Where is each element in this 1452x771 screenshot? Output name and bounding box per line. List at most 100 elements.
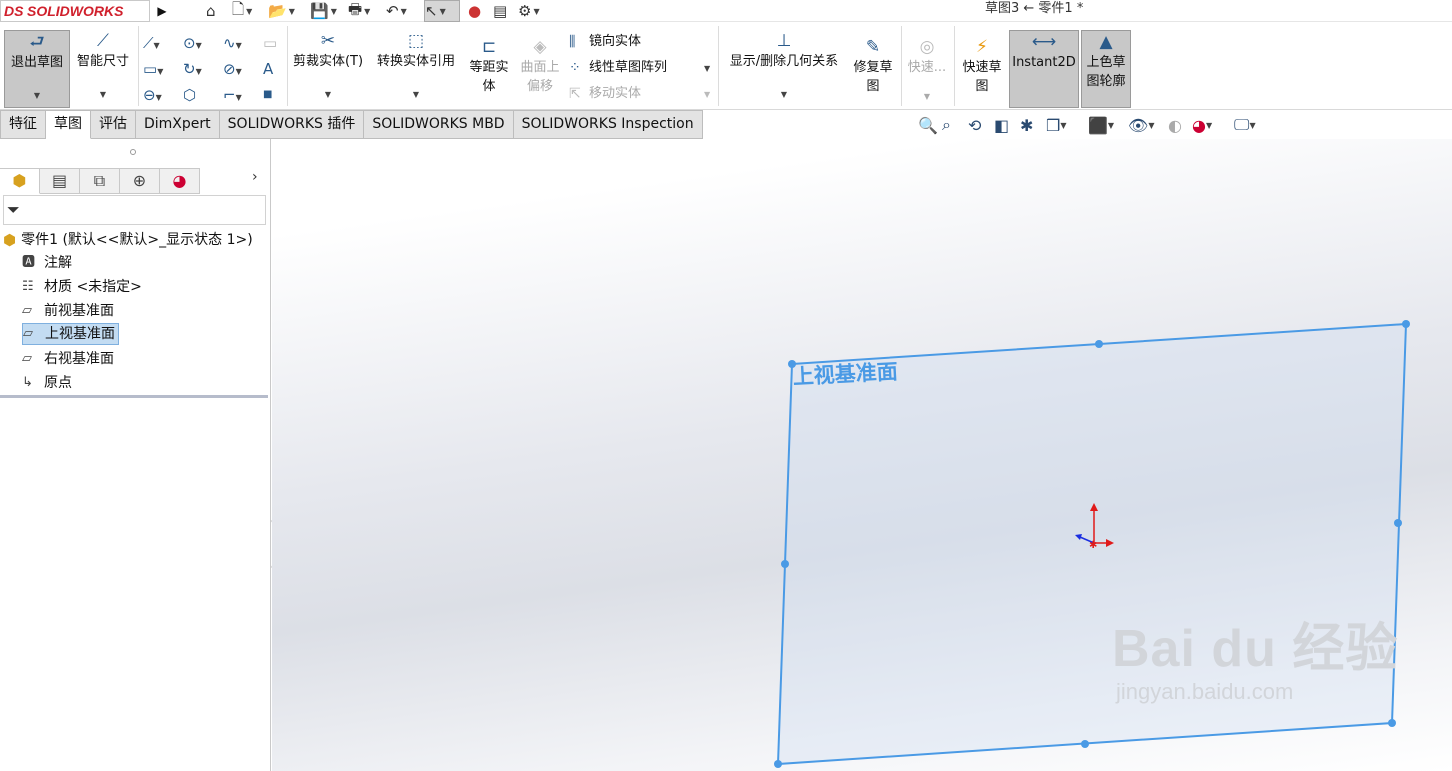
select-icon[interactable]: ↖ ▼: [424, 0, 460, 22]
ellipse-icon[interactable]: ⊘▼: [223, 60, 242, 81]
options-icon[interactable]: ⚙ ▼: [518, 0, 540, 22]
home-icon[interactable]: ⌂: [206, 0, 216, 22]
tab-solidworks-inspection[interactable]: SOLIDWORKS Inspection: [513, 110, 703, 139]
chevron-right-icon[interactable]: ›: [252, 169, 258, 185]
offset-on-surface-button[interactable]: ◈ 曲面上 偏移: [516, 36, 564, 96]
ds-logo-mark: DS: [4, 3, 24, 19]
polygon-icon[interactable]: ⬡: [183, 86, 196, 104]
tree-item-material[interactable]: ☷ 材质 <未指定>: [22, 276, 145, 298]
rectangle-icon[interactable]: ▭▼: [143, 60, 163, 81]
solidworks-logo[interactable]: DS SOLIDWORKS: [0, 0, 150, 22]
exit-sketch-button[interactable]: ⮐ 退出草图 ▼: [4, 30, 70, 108]
tree-item-annotations[interactable]: 🅰 注解: [22, 252, 75, 274]
quick-snap-caret[interactable]: ▼: [904, 87, 950, 106]
tab-features[interactable]: 特征: [0, 110, 46, 139]
rapid-sketch-button[interactable]: ⚡ 快速草 图: [958, 36, 1006, 102]
spline-icon[interactable]: ∿▼: [223, 34, 242, 55]
text-icon[interactable]: A: [263, 60, 273, 78]
hide-show-items-icon[interactable]: 👁 ▼: [1128, 114, 1154, 136]
trim-caret[interactable]: ▼: [290, 85, 366, 104]
tab-solidworks-addins[interactable]: SOLIDWORKS 插件: [219, 110, 365, 139]
tree-item-origin[interactable]: ↳ 原点: [22, 372, 75, 394]
tab-evaluate[interactable]: 评估: [91, 110, 136, 139]
quick-snaps-button[interactable]: ◎ 快速... ▼: [904, 36, 950, 106]
relations-caret[interactable]: ▼: [722, 85, 846, 104]
pattern-caret[interactable]: ▼: [704, 64, 710, 73]
dynamic-annotation-icon[interactable]: ✱: [1020, 114, 1033, 136]
circle-icon[interactable]: ⊙▼: [183, 34, 202, 55]
ribbon-separator: [954, 26, 955, 106]
apply-scene-icon[interactable]: ◕ ▼: [1192, 114, 1212, 136]
mirror-label: 镜向实体: [589, 34, 642, 49]
configuration-manager-tab-icon[interactable]: ⧉: [80, 168, 120, 194]
instant2d-icon: ⟷: [1031, 32, 1057, 52]
tree-root-part[interactable]: ⬢ 零件1 (默认<<默认>_显示状态 1>): [3, 229, 253, 251]
command-manager-ribbon: ⮐ 退出草图 ▼ ⟋ 智能尺寸 ▼ ⟋▼ ⊙▼ ∿▼ ▭ ▭▼ ↻▼ ⊘▼ A …: [0, 22, 1452, 110]
panel-grip[interactable]: [130, 149, 136, 155]
display-style-icon[interactable]: ⬛ ▼: [1088, 114, 1114, 136]
print-icon[interactable]: 🖶 ▼: [348, 0, 370, 22]
plane-handle[interactable]: [1388, 719, 1396, 727]
panel-divider: [0, 395, 268, 398]
view-orientation-icon[interactable]: ❒ ▼: [1046, 114, 1067, 136]
zoom-to-area-icon[interactable]: ⌕: [942, 114, 951, 136]
material-icon: ☷: [22, 279, 34, 294]
section-view-icon[interactable]: ◧: [994, 114, 1009, 136]
shaded-sketch-contours-button[interactable]: ▲ 上色草 图轮廓: [1081, 30, 1131, 108]
instant2d-button[interactable]: ⟷ Instant2D: [1009, 30, 1079, 108]
plane-handle[interactable]: [774, 760, 782, 768]
filter-field[interactable]: ⏷: [3, 195, 266, 225]
tree-item-front-plane[interactable]: ▱ 前视基准面: [22, 300, 117, 322]
tab-solidworks-mbd[interactable]: SOLIDWORKS MBD: [364, 110, 514, 139]
convert-entities-button[interactable]: ⬚ 转换实体引用 ▼: [370, 30, 462, 108]
new-document-icon[interactable]: 🗋 ▼: [232, 0, 252, 22]
display-relations-label: 显示/删除几何关系: [729, 54, 839, 69]
zoom-to-fit-icon[interactable]: 🔍: [918, 114, 938, 136]
straight-slot-icon[interactable]: ⊖▼: [143, 86, 162, 107]
open-icon[interactable]: 📂 ▼: [268, 0, 295, 22]
plane-handle[interactable]: [1081, 740, 1089, 748]
plane-handle[interactable]: [1394, 519, 1402, 527]
rapid-sketch-label-1: 快速草: [962, 60, 1002, 75]
plane-icon: ▱: [23, 326, 33, 341]
move-entities-button[interactable]: ⇱ 移动实体: [569, 85, 641, 103]
tree-item-top-plane[interactable]: ▱ 上视基准面: [22, 323, 119, 345]
document-title: 草图3 ← 零件1 *: [985, 1, 1084, 16]
repair-sketch-button[interactable]: ✎ 修复草 图: [850, 36, 896, 102]
menu-flyout-arrow[interactable]: ▶: [153, 0, 171, 22]
move-caret[interactable]: ▼: [704, 90, 710, 99]
graphics-area[interactable]: ✱ 上视基准面 Bai du 经验 jingyan.baidu.com: [272, 139, 1452, 771]
slot-icon[interactable]: ↻▼: [183, 60, 202, 81]
display-relations-button[interactable]: ⊥ 显示/删除几何关系 ▼: [722, 30, 846, 108]
plane-handle[interactable]: [1402, 320, 1410, 328]
convert-caret[interactable]: ▼: [370, 85, 462, 104]
file-properties-icon[interactable]: ▤: [493, 0, 507, 22]
mirror-entities-button[interactable]: ⫼ 镜向实体: [569, 33, 641, 51]
view-settings-icon[interactable]: 🖵 ▼: [1234, 114, 1256, 136]
previous-view-icon[interactable]: ⟲: [968, 114, 981, 136]
line-icon[interactable]: ⟋▼: [143, 34, 160, 55]
property-manager-tab-icon[interactable]: ▤: [40, 168, 80, 194]
watermark-main: Bai du 经验: [1112, 620, 1399, 678]
save-icon[interactable]: 💾 ▼: [310, 0, 337, 22]
display-manager-tab-icon[interactable]: ◕: [160, 168, 200, 194]
fillet-icon[interactable]: ⌐▼: [223, 86, 242, 107]
smart-dimension-caret[interactable]: ▼: [72, 85, 134, 104]
tab-sketch[interactable]: 草图: [46, 110, 91, 139]
trim-entities-button[interactable]: ✂ 剪裁实体(T) ▼: [290, 30, 366, 108]
plane-handle[interactable]: [1095, 340, 1103, 348]
edit-appearance-icon[interactable]: ◐: [1168, 114, 1182, 136]
point-icon[interactable]: ■: [263, 86, 272, 104]
feature-manager-tab-icon[interactable]: ⬢: [0, 168, 40, 194]
rebuild-icon[interactable]: ●: [468, 0, 481, 22]
linear-pattern-button[interactable]: ⁘ 线性草图阵列: [569, 59, 667, 77]
tab-dimxpert[interactable]: DimXpert: [136, 110, 220, 139]
dimxpert-manager-tab-icon[interactable]: ⊕: [120, 168, 160, 194]
plane-sketch-icon[interactable]: ▭: [263, 34, 277, 52]
offset-entities-button[interactable]: ⊏ 等距实 体: [464, 36, 514, 96]
undo-icon[interactable]: ↶ ▼: [386, 0, 407, 22]
plane-handle[interactable]: [781, 560, 789, 568]
tree-item-right-plane[interactable]: ▱ 右视基准面: [22, 348, 117, 370]
smart-dimension-button[interactable]: ⟋ 智能尺寸 ▼: [72, 30, 134, 108]
exit-sketch-caret[interactable]: ▼: [5, 86, 69, 105]
